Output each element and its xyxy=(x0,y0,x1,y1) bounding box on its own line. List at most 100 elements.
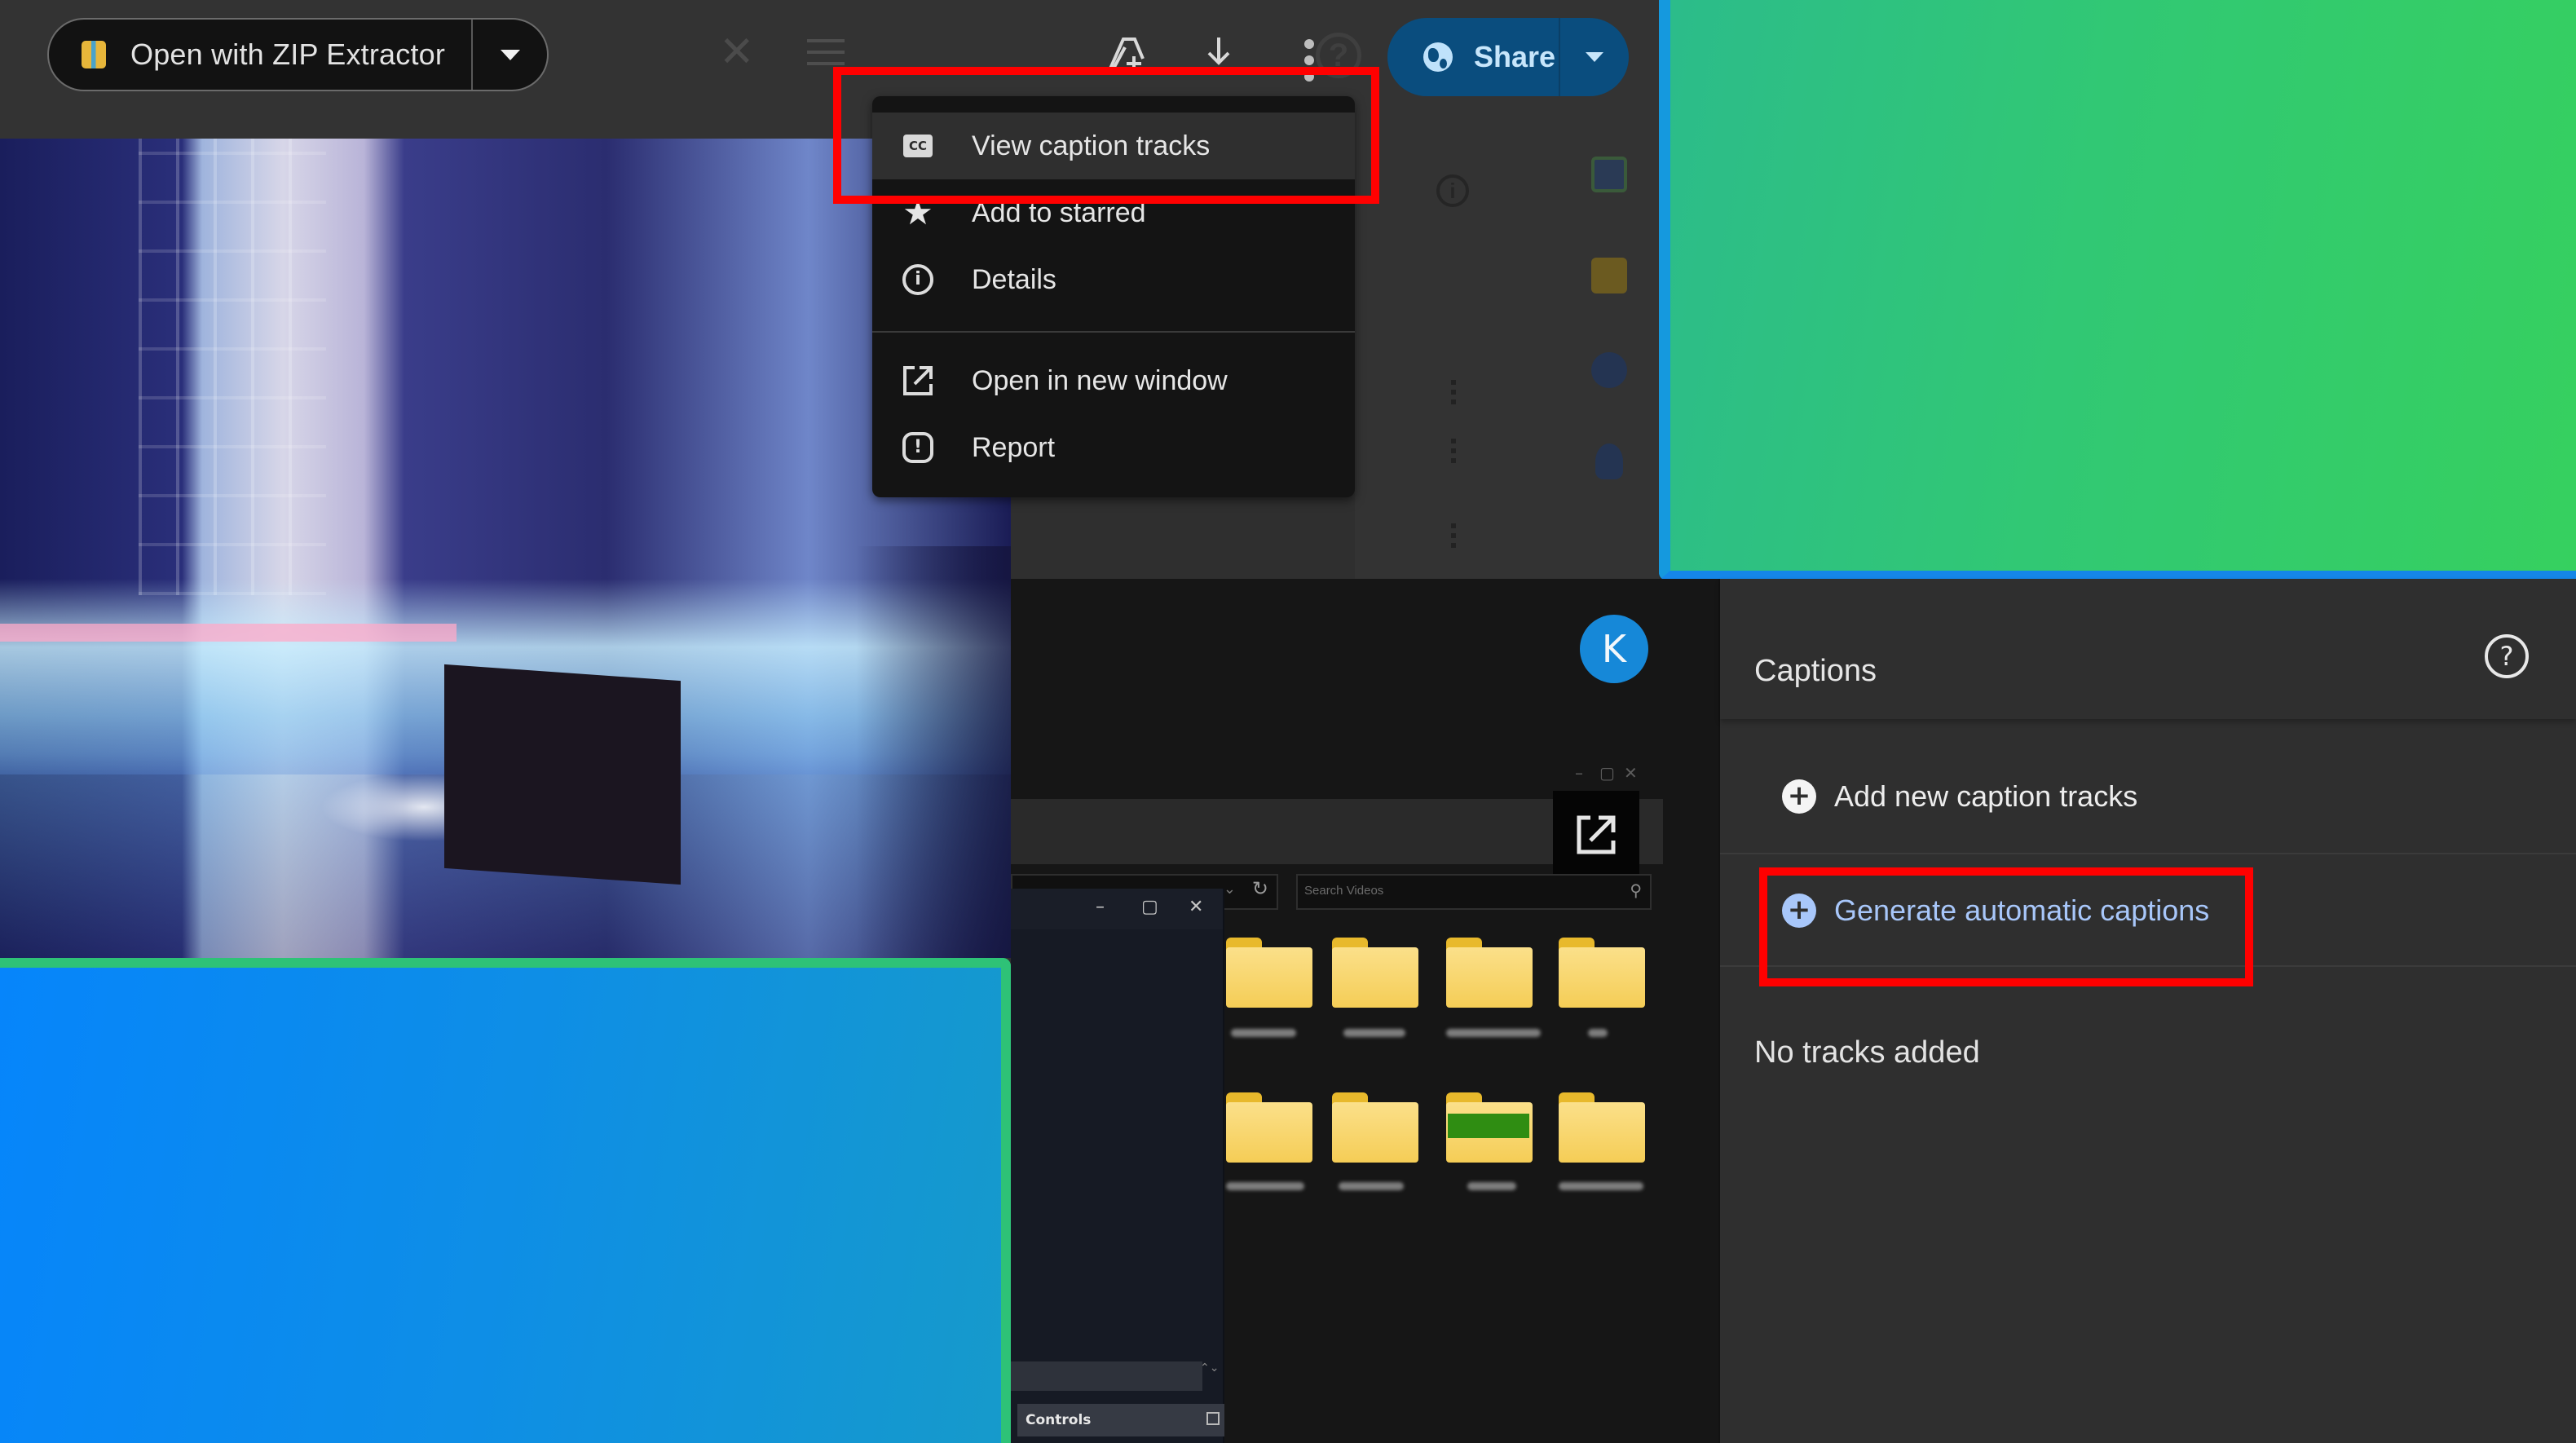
folder-icon[interactable] xyxy=(1226,938,1312,1008)
video-preview[interactable] xyxy=(0,139,1011,958)
more-vert-icon[interactable] xyxy=(1451,439,1456,468)
folder-icon[interactable] xyxy=(1332,1092,1418,1163)
folder-icon[interactable] xyxy=(1446,938,1533,1008)
open-with-dropdown-button[interactable] xyxy=(473,49,547,60)
folder-label xyxy=(1231,1029,1296,1037)
menu-item-open-in-new-window[interactable]: Open in new window xyxy=(872,347,1355,414)
captions-header: Captions ? xyxy=(1720,579,2576,719)
maximize-icon[interactable]: ▢ xyxy=(1599,763,1615,783)
share-label: Share xyxy=(1474,40,1556,73)
blue-overlay-panel xyxy=(0,958,1011,1443)
folder-thumbnail xyxy=(1448,1114,1529,1138)
close-icon[interactable]: ✕ xyxy=(1189,897,1203,917)
menu-item-add-to-starred[interactable]: ★ Add to starred xyxy=(872,179,1355,246)
details-side-panel: i xyxy=(1355,139,1659,579)
folder-label xyxy=(1467,1182,1516,1190)
add-to-drive-icon[interactable] xyxy=(1102,31,1148,77)
empty-state-text: No tracks added xyxy=(1754,1035,1980,1070)
folder-label xyxy=(1588,1029,1608,1037)
green-overlay-panel xyxy=(1659,0,2576,580)
search-videos-input[interactable]: Search Videos ⚲ xyxy=(1296,874,1652,910)
sliders-icon[interactable] xyxy=(807,33,845,73)
folder-icon[interactable] xyxy=(1332,938,1418,1008)
more-actions-menu: CC View caption tracks ★ Add to starred … xyxy=(872,96,1355,497)
share-button[interactable]: Share xyxy=(1387,18,1560,96)
open-in-new-icon xyxy=(902,364,934,397)
minimize-icon[interactable]: – xyxy=(1575,763,1583,783)
globe-icon xyxy=(1423,42,1453,72)
open-with-label: Open with ZIP Extractor xyxy=(130,38,446,71)
report-icon: ! xyxy=(902,432,933,463)
more-vert-icon[interactable] xyxy=(1304,39,1316,88)
video-frame-detail xyxy=(856,546,1011,958)
folder-label xyxy=(1226,1182,1304,1190)
search-placeholder: Search Videos xyxy=(1304,884,1384,898)
help-icon[interactable]: ? xyxy=(1316,33,1361,78)
share-dropdown-button[interactable] xyxy=(1560,52,1629,62)
folder-label xyxy=(1559,1182,1643,1190)
mini-window-titlebar: – ▢ ✕ xyxy=(1011,889,1223,929)
add-new-caption-tracks-button[interactable]: + Add new caption tracks xyxy=(1720,740,2576,854)
menu-item-view-caption-tracks[interactable]: CC View caption tracks xyxy=(872,113,1355,179)
video-frame-detail xyxy=(0,624,457,642)
embedded-video-window: K – ▢ ✕ ⌄ ↻ Search Videos ⚲ – ▢ ✕ ⌃⌄ Con… xyxy=(1011,579,1718,1443)
close-icon[interactable]: ✕ xyxy=(1624,763,1638,783)
spinner-icon[interactable]: ⌃⌄ xyxy=(1200,1361,1219,1373)
caret-down-icon xyxy=(1586,52,1603,62)
captions-panel: Captions ? + Add new caption tracks + Ge… xyxy=(1718,579,2576,1443)
more-vert-icon[interactable] xyxy=(1451,380,1456,409)
menu-item-label: Add to starred xyxy=(972,196,1146,228)
add-circle-icon: + xyxy=(1782,894,1816,928)
captions-title: Captions xyxy=(1754,654,1877,688)
menu-divider xyxy=(872,331,1355,333)
controls-label: Controls xyxy=(1026,1412,1092,1428)
share-button-group: Share xyxy=(1387,18,1629,96)
star-icon: ★ xyxy=(902,193,933,232)
info-icon: i xyxy=(902,264,933,295)
menu-item-details[interactable]: i Details xyxy=(872,246,1355,313)
folder-icon[interactable] xyxy=(1226,1092,1312,1163)
zip-archive-icon xyxy=(82,41,106,68)
video-frame-detail xyxy=(139,139,326,595)
tasks-icon[interactable] xyxy=(1591,352,1627,388)
contacts-icon[interactable] xyxy=(1595,443,1623,479)
keep-icon[interactable] xyxy=(1591,258,1627,293)
more-vert-icon[interactable] xyxy=(1451,523,1456,553)
info-icon[interactable]: i xyxy=(1436,174,1469,207)
generate-captions-label: Generate automatic captions xyxy=(1834,894,2210,927)
folder-icon[interactable] xyxy=(1446,1092,1533,1163)
calendar-icon[interactable] xyxy=(1591,157,1627,192)
video-frame-detail xyxy=(444,664,681,885)
add-circle-icon: + xyxy=(1782,779,1816,814)
open-with-zip-extractor-button[interactable]: Open with ZIP Extractor xyxy=(49,20,473,90)
close-icon[interactable]: ✕ xyxy=(719,31,755,73)
caret-down-icon xyxy=(500,49,520,60)
menu-item-report[interactable]: ! Report xyxy=(872,414,1355,481)
menu-item-label: View caption tracks xyxy=(972,130,1211,161)
generate-automatic-captions-button[interactable]: + Generate automatic captions xyxy=(1720,856,2576,967)
menu-item-label: Report xyxy=(972,431,1056,463)
minimize-icon[interactable]: – xyxy=(1096,897,1105,917)
menu-item-label: Details xyxy=(972,263,1056,295)
search-icon: ⚲ xyxy=(1630,882,1642,900)
avatar[interactable]: K xyxy=(1580,615,1648,683)
folder-label xyxy=(1446,1029,1541,1037)
chevron-down-icon[interactable]: ⌄ xyxy=(1224,880,1236,898)
closed-captions-icon: CC xyxy=(903,135,933,157)
folder-icon[interactable] xyxy=(1559,938,1645,1008)
undock-icon[interactable] xyxy=(1206,1412,1220,1425)
folder-label xyxy=(1339,1182,1404,1190)
menu-item-label: Open in new window xyxy=(972,364,1228,396)
folder-label xyxy=(1343,1029,1405,1037)
download-icon[interactable] xyxy=(1200,33,1237,78)
folder-icon[interactable] xyxy=(1559,1092,1645,1163)
help-icon[interactable]: ? xyxy=(2485,634,2529,678)
refresh-icon[interactable]: ↻ xyxy=(1252,877,1268,901)
mini-window-field[interactable] xyxy=(1011,1361,1202,1391)
add-caption-label: Add new caption tracks xyxy=(1834,779,2138,813)
pop-out-button[interactable] xyxy=(1553,791,1639,879)
open-with-button-group: Open with ZIP Extractor xyxy=(47,18,549,91)
maximize-icon[interactable]: ▢ xyxy=(1141,897,1158,917)
mini-window: – ▢ ✕ ⌃⌄ Controls xyxy=(1011,889,1224,1443)
controls-panel-header[interactable]: Controls xyxy=(1017,1404,1224,1436)
